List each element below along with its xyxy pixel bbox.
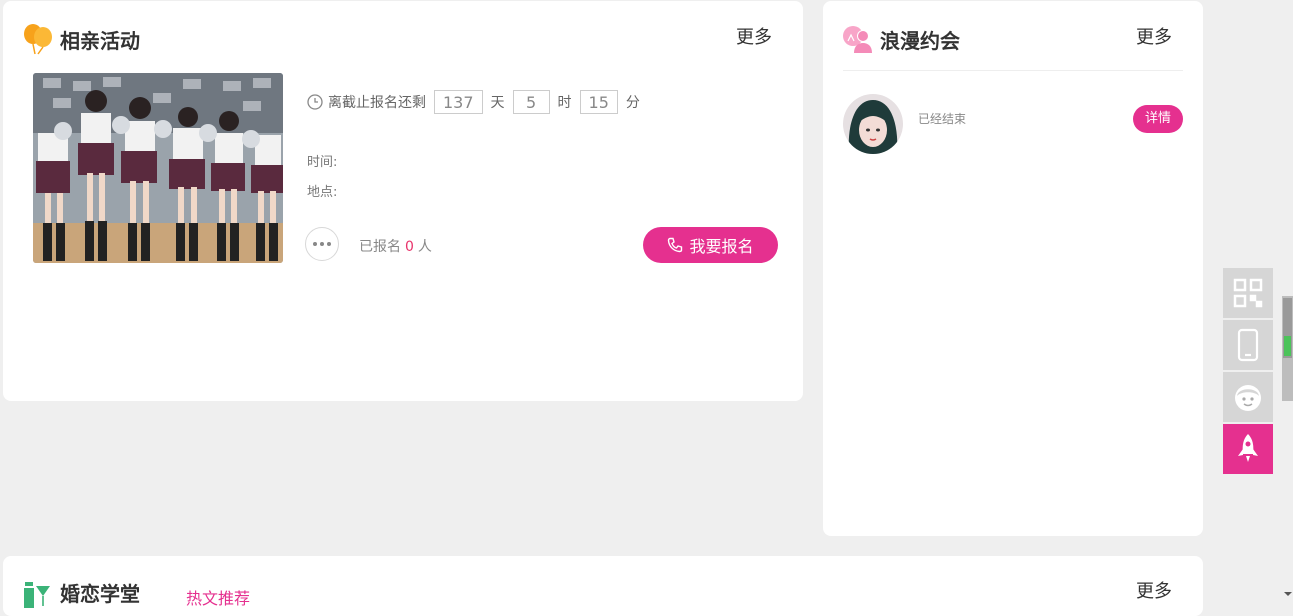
registration-countdown: 离截止报名还剩 137 天 5 时 15 分 xyxy=(307,89,640,115)
countdown-minutes: 15 xyxy=(579,90,618,114)
marriage-school-title: 婚恋学堂 xyxy=(60,582,140,606)
signed-prefix: 已报名 xyxy=(359,239,401,255)
avatar[interactable] xyxy=(843,94,903,154)
activity-title: 相亲活动 xyxy=(60,29,140,53)
signed-up-count: 已报名 0 人 xyxy=(359,236,432,256)
back-to-top-button[interactable] xyxy=(1223,424,1273,474)
minutes-unit: 分 xyxy=(625,95,640,111)
divider xyxy=(843,70,1183,71)
place-label: 地点: xyxy=(307,185,338,200)
phone-icon xyxy=(667,237,683,253)
balloon-icon xyxy=(22,23,54,59)
marriage-school-more-link[interactable]: 更多 xyxy=(1136,580,1172,604)
romantic-date-card: 浪漫约会 更多 已经结束 详情 xyxy=(823,1,1203,536)
customer-service-icon xyxy=(1231,380,1265,414)
date-status: 已经结束 xyxy=(918,112,967,126)
signed-count: 0 xyxy=(405,239,414,255)
rocket-top-icon xyxy=(1236,432,1260,466)
countdown-label: 离截止报名还剩 xyxy=(328,95,426,111)
romantic-date-title: 浪漫约会 xyxy=(880,29,960,53)
tab-hot-articles[interactable]: 热文推荐 xyxy=(186,585,250,609)
hours-unit: 时 xyxy=(557,95,572,111)
mobile-phone-icon xyxy=(1237,328,1259,362)
activity-photo[interactable] xyxy=(33,73,283,263)
signup-button[interactable]: 我要报名 xyxy=(643,227,778,263)
countdown-days: 137 xyxy=(434,90,483,114)
qr-code-icon xyxy=(1232,277,1264,309)
activity-card: 相亲活动 更多 离截止报名还剩 137 天 5 时 15 分 时间: 地点: 已… xyxy=(3,1,803,401)
romantic-date-more-link[interactable]: 更多 xyxy=(1136,26,1172,50)
couple-icon xyxy=(842,25,874,59)
signed-suffix: 人 xyxy=(417,239,432,255)
days-unit: 天 xyxy=(490,95,505,111)
customer-service-button[interactable] xyxy=(1223,372,1273,422)
more-options-button[interactable] xyxy=(305,227,339,261)
countdown-hours: 5 xyxy=(512,90,550,114)
signup-label: 我要报名 xyxy=(689,237,754,256)
marriage-school-card: 婚恋学堂 热文推荐 更多 xyxy=(3,556,1203,616)
qr-code-button[interactable] xyxy=(1223,268,1273,318)
detail-button[interactable]: 详情 xyxy=(1133,105,1183,133)
mobile-app-button[interactable] xyxy=(1223,320,1273,370)
page-scrollbar[interactable] xyxy=(1279,296,1293,600)
wine-glass-icon xyxy=(22,578,54,612)
clock-icon xyxy=(307,94,323,110)
ellipsis-icon xyxy=(313,242,331,246)
activity-more-link[interactable]: 更多 xyxy=(736,26,772,50)
time-label: 时间: xyxy=(307,155,338,170)
